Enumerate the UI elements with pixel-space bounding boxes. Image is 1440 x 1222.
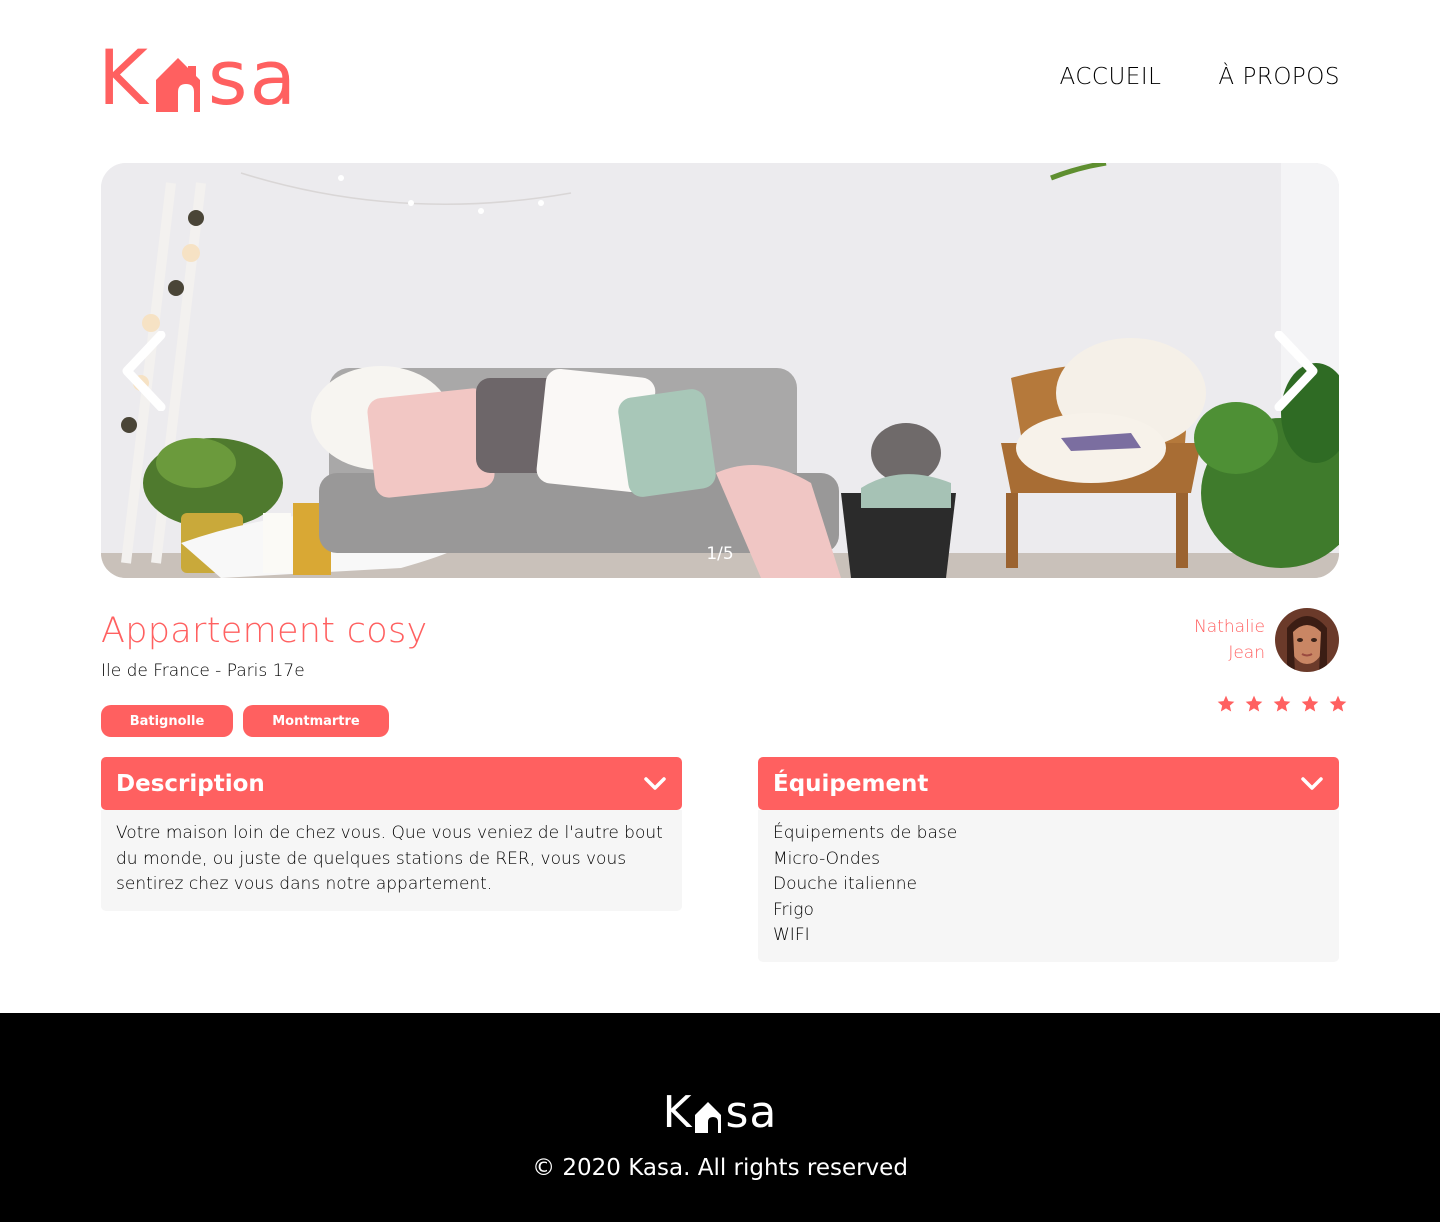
- host-first-name: Nathalie: [1194, 617, 1265, 637]
- star-icon: [1273, 695, 1291, 712]
- description-title: Description: [116, 770, 265, 797]
- equipment-title: Équipement: [773, 770, 929, 797]
- equipment-toggle[interactable]: Équipement: [758, 757, 1339, 810]
- host-last-name: Jean: [1228, 643, 1265, 663]
- star-icon: [1301, 695, 1319, 712]
- footer-logo-letter-k: K: [662, 1087, 693, 1138]
- description-toggle[interactable]: Description: [101, 757, 682, 810]
- apartment-photo: [101, 163, 1339, 578]
- nav-link-a-propos[interactable]: À PROPOS: [1218, 64, 1340, 90]
- list-item: Frigo: [773, 899, 814, 920]
- chevron-left-icon[interactable]: [119, 331, 169, 411]
- logo-letters-sa: sa: [207, 33, 299, 122]
- footer-logo: K sa: [0, 1091, 1440, 1135]
- listing-title: Appartement cosy: [101, 611, 428, 651]
- copyright-text: © 2020 Kasa. All rights reserved: [532, 1155, 908, 1181]
- list-item: Équipements de base: [773, 823, 958, 843]
- tag-batignolle: Batignolle: [101, 705, 233, 737]
- photo-carousel: 1/5: [101, 163, 1339, 578]
- description-collapse: Description Votre maison loin de chez vo…: [101, 757, 682, 911]
- list-item: Douche italienne: [773, 874, 917, 895]
- host-name: Nathalie Jean: [1194, 614, 1265, 666]
- equipment-collapse: Équipement Équipements de base Micro-Ond…: [758, 757, 1339, 962]
- description-body: Votre maison loin de chez vous. Que vous…: [101, 810, 682, 911]
- rating-stars: [1216, 694, 1348, 714]
- footer-logo-letters-sa: sa: [725, 1087, 778, 1138]
- slide-counter: 1/5: [706, 544, 734, 564]
- chevron-down-icon: [1301, 776, 1323, 790]
- house-icon: [695, 1102, 722, 1133]
- house-icon: [155, 58, 200, 112]
- chevron-right-icon[interactable]: [1271, 331, 1321, 411]
- kasa-logo[interactable]: K sa: [98, 40, 298, 116]
- listing-location: Ile de France - Paris 17e: [101, 661, 305, 681]
- main-nav: ACCUEIL À PROPOS: [1060, 64, 1341, 90]
- equipment-list: Équipements de base Micro-Ondes Douche i…: [773, 821, 1324, 949]
- site-footer: K sa © 2020 Kasa. All rights reserved: [0, 1013, 1440, 1222]
- logo-letter-k: K: [98, 33, 150, 122]
- list-item: WIFI: [773, 925, 810, 946]
- equipment-body: Équipements de base Micro-Ondes Douche i…: [758, 810, 1339, 962]
- tag-list: Batignolle Montmartre: [101, 705, 389, 737]
- description-text: Votre maison loin de chez vous. Que vous…: [116, 823, 663, 895]
- list-item: Micro-Ondes: [773, 848, 880, 869]
- chevron-down-icon: [644, 776, 666, 790]
- host-avatar: [1275, 608, 1339, 672]
- star-icon: [1217, 695, 1235, 712]
- site-header: K sa ACCUEIL À PROPOS: [0, 0, 1440, 160]
- nav-link-accueil[interactable]: ACCUEIL: [1060, 64, 1162, 90]
- star-icon: [1329, 695, 1347, 712]
- star-icon: [1245, 695, 1263, 712]
- host-info: Nathalie Jean: [1194, 608, 1339, 672]
- tag-montmartre: Montmartre: [243, 705, 389, 737]
